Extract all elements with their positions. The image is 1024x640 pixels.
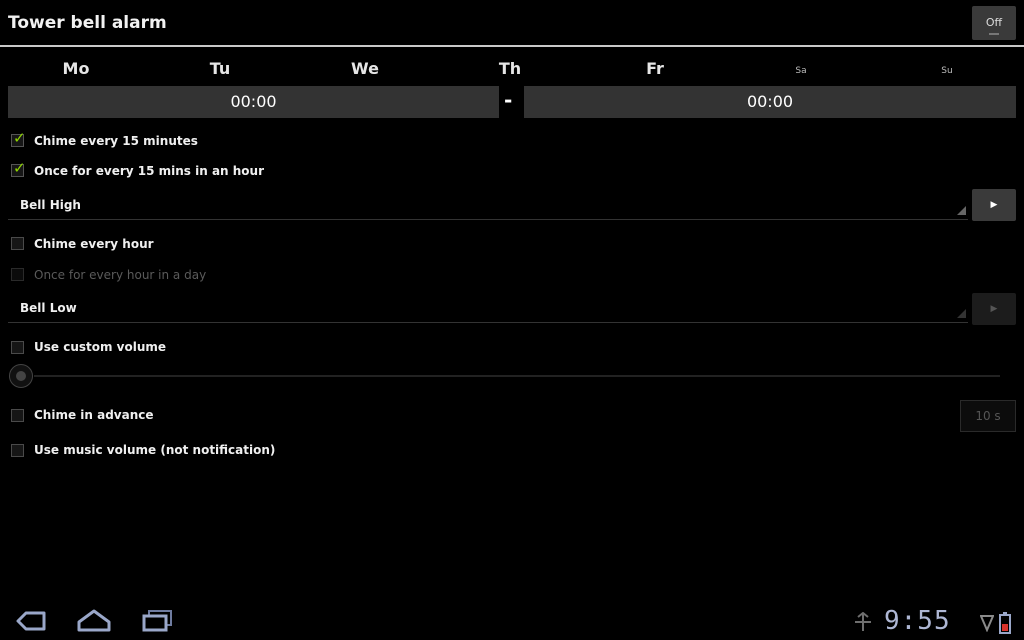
battery-icon <box>999 612 1011 634</box>
spinner-value: Bell Low <box>20 301 77 315</box>
day-monday[interactable]: Mo <box>46 60 106 78</box>
title-bar: Tower bell alarm Off <box>0 0 1024 46</box>
music-volume-checkbox[interactable] <box>11 444 24 457</box>
toggle-label: Off <box>985 16 1003 29</box>
system-nav-bar: 9:55 <box>0 602 1024 640</box>
day-sunday[interactable]: Su <box>917 62 977 80</box>
bell-high-spinner[interactable]: Bell High <box>8 190 968 220</box>
end-time-field[interactable]: 00:00 <box>524 86 1016 118</box>
dropdown-corner-icon <box>957 206 966 215</box>
chime-advance-label: Chime in advance <box>34 408 154 422</box>
check-icon: ✓ <box>13 159 26 177</box>
chime-hour-label: Chime every hour <box>34 237 154 251</box>
volume-slider-track[interactable] <box>34 375 1000 377</box>
play-bell-high-button[interactable]: ▶ <box>972 189 1016 221</box>
play-bell-low-button[interactable]: ▶ <box>972 293 1016 325</box>
app-title: Tower bell alarm <box>8 13 167 33</box>
start-time-field[interactable]: 00:00 <box>8 86 499 118</box>
once-hour-label: Once for every hour in a day <box>34 268 207 282</box>
day-friday[interactable]: Fr <box>625 60 685 78</box>
custom-volume-checkbox[interactable] <box>11 341 24 354</box>
chime-hour-checkbox[interactable] <box>11 237 24 250</box>
title-divider <box>0 45 1024 47</box>
wifi-signal-icon <box>980 615 994 632</box>
home-icon[interactable] <box>76 608 112 634</box>
spinner-value: Bell High <box>20 198 81 212</box>
status-clock[interactable]: 9:55 <box>884 606 951 636</box>
chime-15-label: Chime every 15 minutes <box>34 134 198 148</box>
bell-low-spinner[interactable]: Bell Low <box>8 293 968 323</box>
once-15-checkbox[interactable]: ✓ <box>11 159 26 177</box>
back-icon[interactable] <box>12 608 48 634</box>
slider-thumb-dot <box>16 371 26 381</box>
check-icon: ✓ <box>13 129 26 147</box>
recent-apps-icon[interactable] <box>140 608 176 634</box>
day-thursday[interactable]: Th <box>480 60 540 78</box>
music-volume-label: Use music volume (not notification) <box>34 443 276 457</box>
advance-seconds-field[interactable]: 10 s <box>960 400 1016 432</box>
chime-15-checkbox[interactable]: ✓ <box>11 129 26 147</box>
day-wednesday[interactable]: We <box>335 60 395 78</box>
once-hour-checkbox[interactable] <box>11 268 24 281</box>
play-icon: ▶ <box>990 304 998 314</box>
day-tuesday[interactable]: Tu <box>190 60 250 78</box>
chime-advance-checkbox[interactable] <box>11 409 24 422</box>
day-saturday[interactable]: Sa <box>771 62 831 80</box>
play-icon: ▶ <box>990 200 998 210</box>
time-range-separator: - <box>504 88 513 112</box>
usb-debug-icon <box>855 612 871 631</box>
custom-volume-label: Use custom volume <box>34 340 167 354</box>
once-15-label: Once for every 15 mins in an hour <box>34 164 265 178</box>
toggle-indicator <box>989 33 999 35</box>
dropdown-corner-icon <box>957 309 966 318</box>
volume-slider-thumb[interactable] <box>9 364 33 388</box>
alarm-toggle-button[interactable]: Off <box>972 6 1016 40</box>
